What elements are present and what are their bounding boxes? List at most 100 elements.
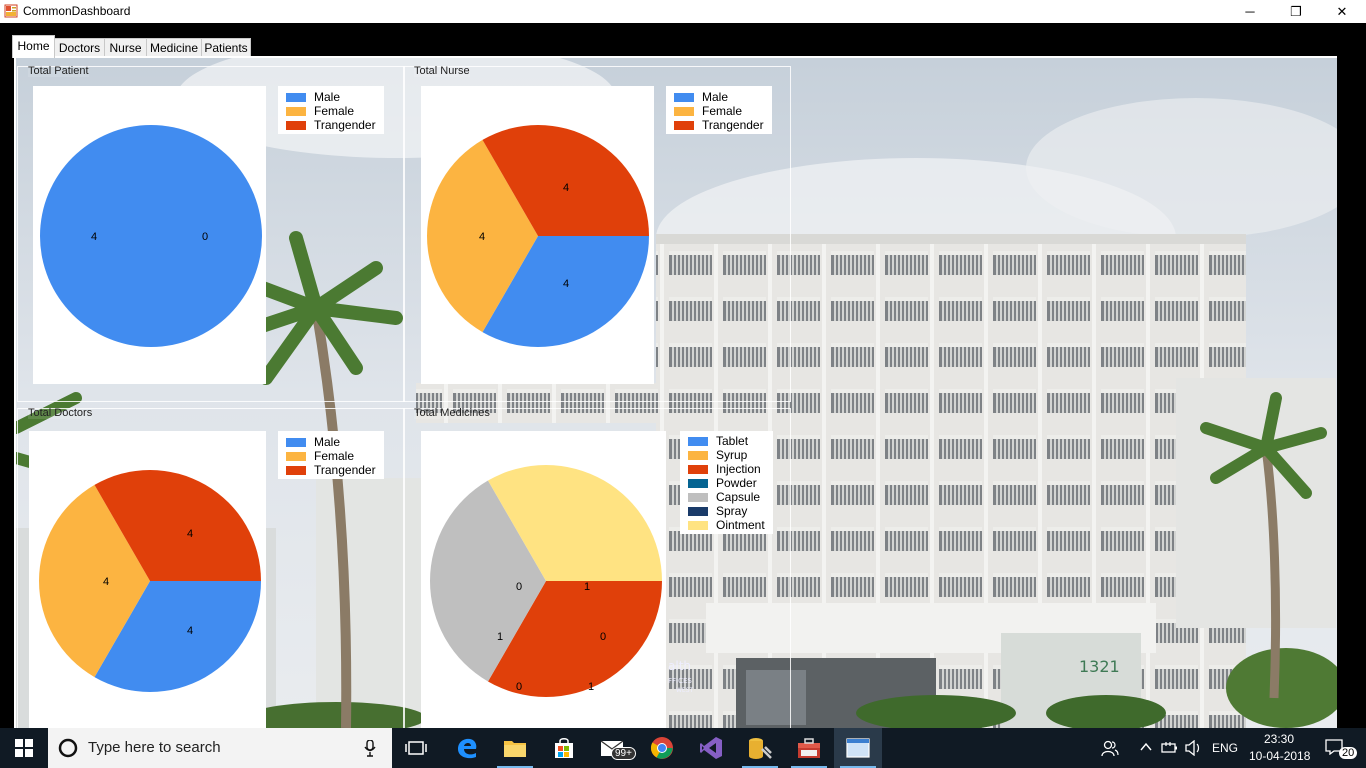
task-view-button[interactable] — [392, 728, 440, 768]
legend-label: Syrup — [716, 448, 748, 462]
legend-total-medicines: Tablet Syrup Injection Powder Capsule Spray Oi… — [680, 431, 773, 534]
store-bag-icon — [555, 738, 573, 758]
legend-label: Male — [702, 90, 729, 104]
legend-item-female: Female — [286, 104, 376, 118]
battery-plug-icon[interactable] — [1161, 741, 1179, 755]
taskbar-mail[interactable]: 99+ — [589, 728, 637, 768]
legend-label: Ointment — [716, 518, 765, 532]
legend-label: Injection — [716, 462, 761, 476]
windows-logo-icon — [15, 739, 33, 757]
legend-label: Male — [314, 90, 341, 104]
chart-total-medicines: 0 1 0 1 0 1 — [421, 431, 666, 728]
legend-label: Female — [314, 449, 355, 463]
visual-studio-icon — [700, 737, 722, 759]
legend-swatch — [688, 492, 708, 502]
clock-date[interactable]: 10-04-2018 — [1249, 749, 1310, 763]
taskbar-chrome[interactable] — [638, 728, 686, 768]
pie-data-label: 1 — [588, 681, 594, 693]
legend-label: Capsule — [716, 490, 761, 504]
legend-item-male: Male — [286, 435, 376, 449]
chevron-up-icon[interactable] — [1140, 742, 1152, 752]
tab-doctors[interactable]: Doctors — [54, 38, 105, 57]
legend-item-female: Female — [674, 104, 764, 118]
legend-item-trangender: Trangender — [286, 118, 376, 132]
tab-patients[interactable]: Patients — [201, 38, 251, 57]
legend-swatch — [286, 437, 306, 447]
taskbar-sql-tools[interactable] — [736, 728, 784, 768]
language-indicator[interactable]: ENG — [1212, 741, 1238, 755]
legend-swatch — [286, 465, 306, 475]
legend-swatch — [674, 106, 694, 116]
group-title-nurse: Total Nurse — [414, 65, 470, 77]
action-center-button[interactable]: 20 — [1316, 728, 1364, 768]
legend-item-powder: Powder — [688, 476, 765, 490]
taskbar-search-box[interactable]: Type here to search — [48, 728, 392, 768]
cortana-circle-icon — [58, 738, 78, 758]
taskbar-visual-studio[interactable] — [687, 728, 735, 768]
pie-data-label: 0 — [516, 681, 522, 693]
pie-data-label: 4 — [479, 231, 485, 243]
taskbar-store[interactable] — [540, 728, 588, 768]
window-app-icon — [846, 738, 870, 758]
maximize-button[interactable]: ❐ — [1273, 0, 1319, 23]
tab-home[interactable]: Home — [12, 35, 55, 58]
legend-swatch — [286, 106, 306, 116]
tab-nurse[interactable]: Nurse — [104, 38, 147, 57]
window-title-bar: CommonDashboard ─ ❐ ✕ — [0, 0, 1366, 23]
group-title-medicines: Total Medicines — [414, 407, 490, 419]
pie-total-patient: 40 — [40, 125, 262, 347]
legend-swatch — [688, 506, 708, 516]
people-icon[interactable] — [1101, 739, 1119, 757]
toolbox-icon — [798, 738, 820, 758]
mail-badge: 99+ — [611, 747, 636, 760]
legend-swatch — [688, 464, 708, 474]
chart-total-nurse: 4 4 4 — [421, 86, 654, 384]
taskbar: Type here to search 99+ ENG 23:30 10-04-… — [0, 728, 1366, 768]
legend-label: Male — [314, 435, 341, 449]
legend-swatch — [688, 520, 708, 530]
legend-item-male: Male — [674, 90, 764, 104]
clock-time[interactable]: 23:30 — [1264, 732, 1294, 746]
taskbar-app-red[interactable] — [785, 728, 833, 768]
minimize-button[interactable]: ─ — [1227, 0, 1273, 23]
legend-swatch — [688, 436, 708, 446]
chrome-icon — [650, 737, 673, 759]
folder-icon — [504, 741, 526, 757]
legend-swatch — [688, 450, 708, 460]
pie-data-label: 1 — [584, 581, 590, 593]
taskbar-file-explorer[interactable] — [491, 728, 539, 768]
building-number: 1321 — [1079, 657, 1120, 676]
pie-data-label: 0 — [600, 631, 606, 643]
pie-data-label: 4 — [103, 576, 109, 588]
pie-data-label: 4 — [563, 278, 569, 290]
taskbar-edge[interactable] — [443, 728, 491, 768]
legend-swatch — [674, 120, 694, 130]
group-title-patient: Total Patient — [28, 65, 89, 77]
window-title: CommonDashboard — [23, 4, 131, 18]
app-icon — [4, 4, 18, 18]
legend-item-capsule: Capsule — [688, 490, 765, 504]
tab-medicine[interactable]: Medicine — [146, 38, 202, 57]
edge-icon — [458, 738, 477, 759]
microphone-icon[interactable] — [364, 740, 376, 757]
legend-item-injection: Injection — [688, 462, 765, 476]
legend-item-trangender: Trangender — [286, 463, 376, 477]
legend-total-nurse: Male Female Trangender — [666, 86, 772, 134]
notification-count: 20 — [1339, 747, 1358, 759]
taskbar-commondashboard[interactable] — [834, 728, 882, 768]
group-title-doctors: Total Doctors — [28, 407, 93, 419]
start-button[interactable] — [0, 728, 48, 768]
legend-item-female: Female — [286, 449, 376, 463]
legend-label: Female — [314, 104, 355, 118]
pie-data-label: 4 — [91, 231, 97, 243]
legend-item-male: Male — [286, 90, 376, 104]
pie-data-label: 4 — [187, 625, 193, 637]
pie-total-medicines: 0 1 0 1 0 1 — [430, 465, 662, 697]
pie-total-doctors: 4 4 4 — [39, 470, 261, 692]
volume-icon[interactable] — [1185, 740, 1203, 756]
legend-total-doctors: Male Female Trangender — [278, 431, 384, 479]
legend-label: Tablet — [716, 434, 749, 448]
legend-label: Trangender — [314, 463, 376, 477]
pie-data-label: 4 — [563, 182, 569, 194]
close-button[interactable]: ✕ — [1319, 0, 1365, 23]
